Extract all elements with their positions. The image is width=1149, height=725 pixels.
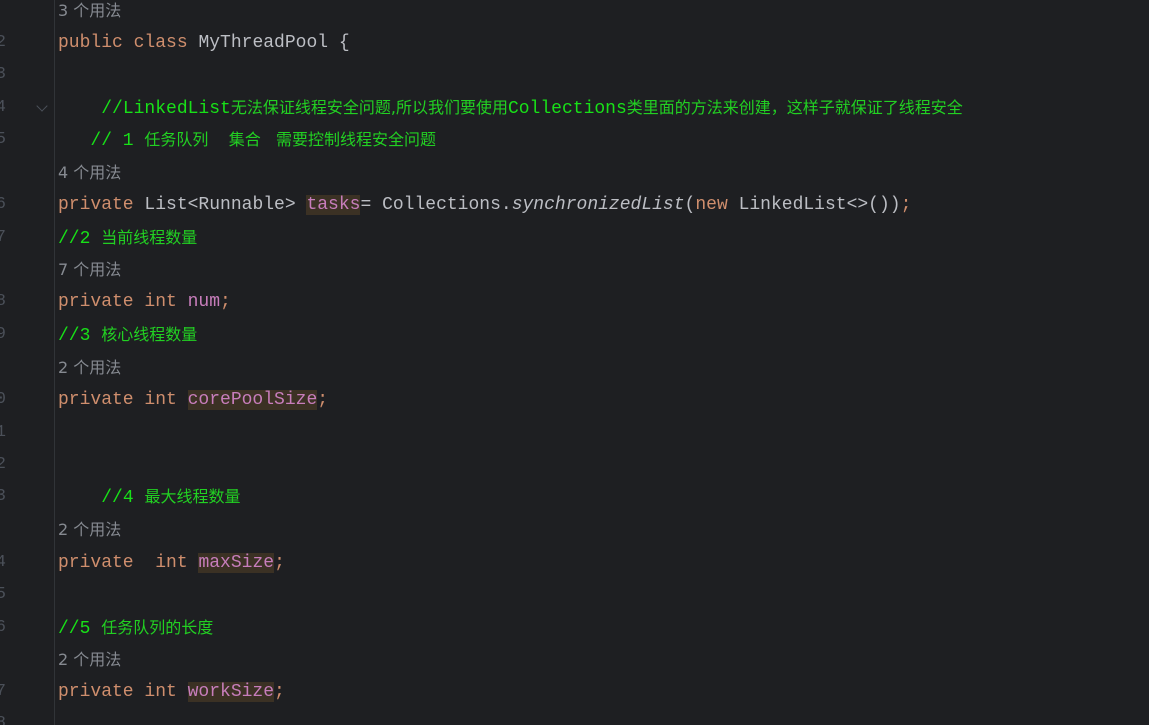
usage-count-link[interactable]: 2 个用法 bbox=[58, 650, 121, 669]
code-token: private int bbox=[58, 682, 188, 702]
code-line: //5 任务队列的长度 bbox=[58, 612, 213, 644]
code-token: public class bbox=[58, 33, 199, 53]
line-number: 22 bbox=[0, 449, 6, 481]
line-number: 15 bbox=[0, 124, 6, 156]
line-number: 12 bbox=[0, 27, 6, 59]
code-line: // 1 任务队列 集合 需要控制线程安全问题 bbox=[58, 124, 436, 156]
comment-token: //4 bbox=[101, 488, 145, 508]
line-number: 20 bbox=[0, 384, 6, 416]
code-token: synchronizedList bbox=[511, 195, 685, 215]
line-number: 14 bbox=[0, 92, 6, 124]
comment-token: 任务队列的长度 bbox=[101, 618, 214, 637]
usage-count-link[interactable]: 7 个用法 bbox=[58, 260, 121, 279]
usage-hint: 2 个用法 bbox=[58, 514, 121, 546]
comment-token: Collections bbox=[507, 99, 627, 119]
comment-token: //3 bbox=[58, 326, 102, 346]
code-token: MyThreadPool { bbox=[198, 33, 350, 53]
code-token: private int bbox=[58, 292, 188, 312]
code-token: ; bbox=[900, 195, 912, 215]
code-token: ; bbox=[274, 553, 285, 573]
code-line: private int workSize; bbox=[58, 676, 285, 708]
code-line: //3 核心线程数量 bbox=[58, 319, 197, 351]
code-token: private int bbox=[58, 390, 188, 410]
usage-count-link[interactable]: 4 个用法 bbox=[58, 163, 121, 182]
code-token: = Collections. bbox=[360, 195, 512, 215]
code-token: private bbox=[58, 195, 145, 215]
line-number: 26 bbox=[0, 612, 6, 644]
usage-hint: 4 个用法 bbox=[58, 157, 121, 189]
field-token: num bbox=[187, 292, 221, 312]
comment-token: 任务队列 集合 需要控制线程安全问题 bbox=[144, 130, 437, 149]
code-token: ; bbox=[220, 292, 231, 312]
usage-hint: 3 个用法 bbox=[58, 0, 121, 27]
comment-token: 当前线程数量 bbox=[101, 228, 198, 247]
comment-token: 无法保证线程安全问题, bbox=[230, 98, 396, 117]
line-number: 25 bbox=[0, 579, 6, 611]
field-token: tasks bbox=[306, 195, 361, 215]
usage-count-link[interactable]: 3 个用法 bbox=[58, 1, 121, 20]
usage-count-link[interactable]: 2 个用法 bbox=[58, 358, 121, 377]
code-line: //4 最大线程数量 bbox=[58, 481, 240, 513]
comment-token: 最大线程数量 bbox=[144, 487, 241, 506]
code-line: public class MyThreadPool { bbox=[58, 27, 350, 59]
code-token: ; bbox=[317, 390, 329, 410]
code-line: private int num; bbox=[58, 286, 231, 318]
line-number: 13 bbox=[0, 59, 6, 91]
field-token: workSize bbox=[187, 682, 275, 702]
code-token: ( bbox=[684, 195, 696, 215]
line-number: 27 bbox=[0, 676, 6, 708]
fold-chevron-icon[interactable] bbox=[36, 100, 48, 112]
comment-token: 类里面的方法来创建，这样子就保证了线程安全 bbox=[626, 98, 963, 117]
code-line: //2 当前线程数量 bbox=[58, 222, 197, 254]
usage-count-link[interactable]: 2 个用法 bbox=[58, 520, 121, 539]
line-number: 17 bbox=[0, 222, 6, 254]
usage-hint: 2 个用法 bbox=[58, 352, 121, 384]
line-number: 21 bbox=[0, 417, 6, 449]
line-number: 16 bbox=[0, 189, 6, 221]
code-token: private int bbox=[58, 553, 199, 573]
comment-token: //5 bbox=[58, 619, 102, 639]
line-number: 28 bbox=[0, 708, 6, 725]
usage-hint: 2 个用法 bbox=[58, 644, 121, 676]
line-number: 23 bbox=[0, 481, 6, 513]
usage-hint: 7 个用法 bbox=[58, 254, 121, 286]
code-token: LinkedList<>()) bbox=[738, 195, 901, 215]
code-token: new bbox=[695, 195, 739, 215]
line-number: 19 bbox=[0, 319, 6, 351]
code-line: //LinkedList无法保证线程安全问题,所以我们要使用Collection… bbox=[58, 92, 963, 124]
comment-token: //2 bbox=[58, 229, 102, 249]
code-line: private List<Runnable> tasks= Collection… bbox=[58, 189, 911, 221]
field-token: corePoolSize bbox=[187, 390, 318, 410]
code-line: private int corePoolSize; bbox=[58, 384, 328, 416]
comment-token: 所以我们要使用 bbox=[395, 98, 508, 117]
line-number: 18 bbox=[0, 286, 6, 318]
code-token: ; bbox=[274, 682, 285, 702]
line-number: 24 bbox=[0, 547, 6, 579]
comment-token: 核心线程数量 bbox=[101, 325, 198, 344]
line-number-gutter: 1213141516171819202122232425262728 bbox=[0, 0, 55, 725]
field-token: maxSize bbox=[198, 553, 275, 573]
code-line: private int maxSize; bbox=[58, 547, 285, 579]
comment-token: // 1 bbox=[90, 131, 145, 151]
comment-token: //LinkedList bbox=[101, 99, 231, 119]
code-token: List<Runnable> bbox=[144, 195, 307, 215]
